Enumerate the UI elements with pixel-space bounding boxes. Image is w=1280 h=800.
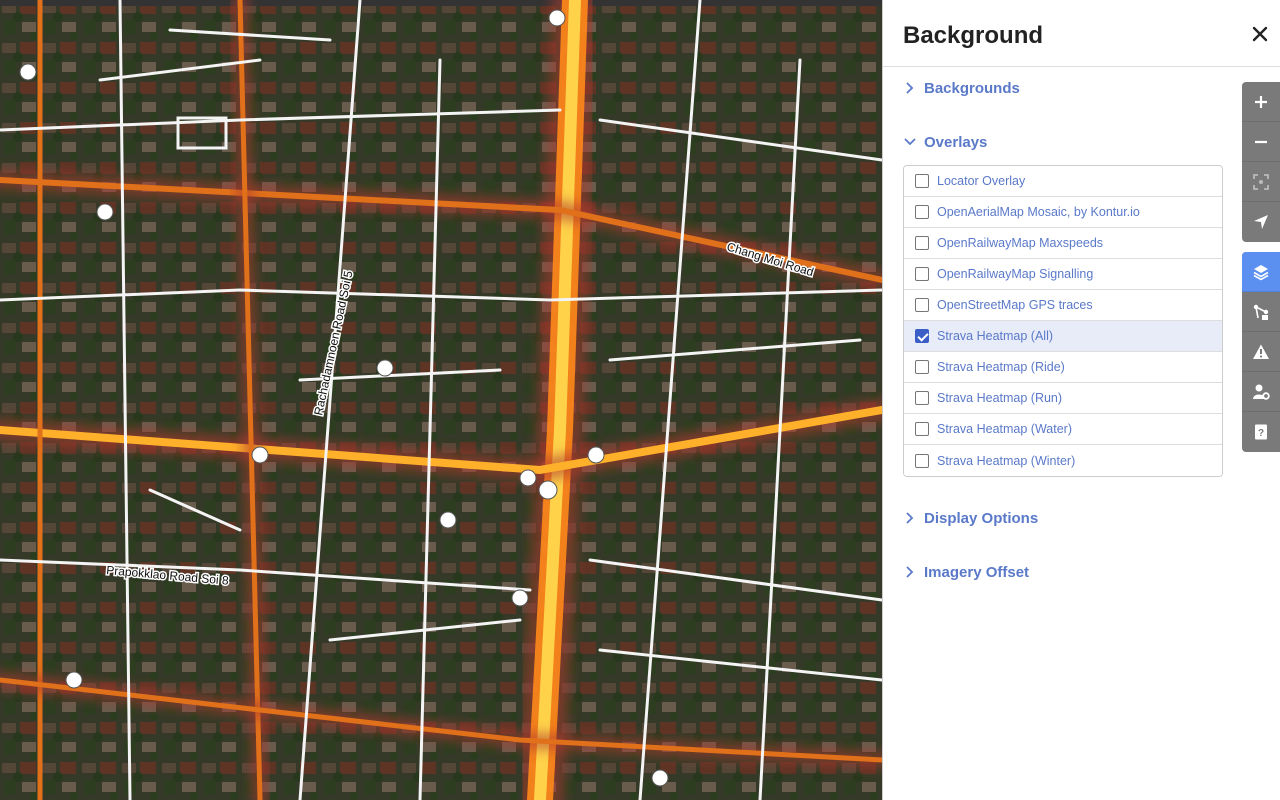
- help-icon: ?: [1255, 424, 1267, 440]
- overlay-checkbox[interactable]: [915, 205, 929, 219]
- overlay-checkbox[interactable]: [915, 329, 929, 343]
- overlay-label: Strava Heatmap (Winter): [937, 453, 1076, 468]
- overlay-checkbox[interactable]: [915, 174, 929, 188]
- crossing-icon[interactable]: [251, 446, 269, 464]
- overlay-item[interactable]: OpenRailwayMap Maxspeeds: [904, 228, 1222, 259]
- overlay-checkbox[interactable]: [915, 360, 929, 374]
- overlay-item[interactable]: OpenRailwayMap Signalling: [904, 259, 1222, 290]
- zoom-to-selection-button[interactable]: [1242, 162, 1280, 202]
- overlay-label: Locator Overlay: [937, 174, 1026, 188]
- section-display-options-label: Display Options: [924, 509, 1039, 527]
- overlay-list: Locator Overlay OpenAerialMap Mosaic, by…: [903, 165, 1223, 477]
- background-pane: Background Backgrounds Overlays Locator …: [882, 0, 1280, 800]
- section-backgrounds-label: Backgrounds: [924, 79, 1020, 97]
- pane-title: Background: [903, 22, 1044, 49]
- issues-icon: [1253, 344, 1269, 359]
- map-data-icon: [1253, 304, 1269, 320]
- overlay-item[interactable]: OpenAerialMap Mosaic, by Kontur.io: [904, 197, 1222, 228]
- preferences-pane-button[interactable]: [1242, 372, 1280, 412]
- zoom-to-selection-icon: [1253, 173, 1269, 190]
- overlay-checkbox[interactable]: [915, 267, 929, 281]
- crossing-icon[interactable]: [511, 589, 529, 607]
- chevron-down-icon: [904, 138, 916, 146]
- overlay-item[interactable]: Strava Heatmap (Winter): [904, 445, 1222, 476]
- close-icon: [1252, 26, 1268, 42]
- zoom-out-icon: [1255, 140, 1267, 143]
- zoom-in-icon: [1255, 95, 1267, 108]
- chevron-right-icon: [906, 566, 914, 578]
- svg-text:?: ?: [1258, 428, 1264, 439]
- close-button[interactable]: [1250, 24, 1270, 44]
- overlay-label: OpenStreetMap GPS traces: [937, 298, 1093, 312]
- map-svg[interactable]: Chang Moi Road Rachadamnoen Road Soi 5 P…: [0, 0, 882, 800]
- overlay-checkbox[interactable]: [915, 453, 929, 468]
- overlay-item[interactable]: Strava Heatmap (Water): [904, 414, 1222, 445]
- pane-header: Background: [883, 0, 1280, 67]
- bus-stop-icon[interactable]: [587, 446, 605, 464]
- layers-icon: [1253, 264, 1269, 280]
- geolocate-icon: [1254, 215, 1268, 229]
- bus-stop-icon[interactable]: [65, 671, 83, 689]
- overlay-checkbox[interactable]: [915, 391, 929, 405]
- geolocate-button[interactable]: [1242, 202, 1280, 242]
- map-data-pane-button[interactable]: [1242, 292, 1280, 332]
- overlay-item[interactable]: Strava Heatmap (Ride): [904, 352, 1222, 383]
- crossing-icon[interactable]: [548, 9, 566, 27]
- shop-icon[interactable]: [651, 769, 669, 787]
- overlay-checkbox[interactable]: [915, 422, 929, 436]
- overlay-label: Strava Heatmap (Ride): [937, 360, 1065, 374]
- issues-pane-button[interactable]: [1242, 332, 1280, 372]
- overlay-label: OpenAerialMap Mosaic, by Kontur.io: [937, 205, 1140, 219]
- poi-icon[interactable]: [96, 203, 114, 221]
- section-display-options[interactable]: Display Options: [903, 506, 1038, 530]
- shop-icon[interactable]: [376, 359, 394, 377]
- overlay-checkbox[interactable]: [915, 298, 929, 312]
- bus-stop-icon[interactable]: [519, 469, 537, 487]
- zoom-in-button[interactable]: [1242, 82, 1280, 122]
- overlay-label: Strava Heatmap (Water): [937, 422, 1072, 436]
- chevron-right-icon: [906, 512, 914, 524]
- overlay-item[interactable]: OpenStreetMap GPS traces: [904, 290, 1222, 321]
- overlay-item[interactable]: Locator Overlay: [904, 166, 1222, 197]
- section-imagery-offset-label: Imagery Offset: [924, 563, 1030, 581]
- chevron-right-icon: [906, 82, 914, 94]
- overlay-label: Strava Heatmap (All): [937, 329, 1054, 343]
- overlay-checkbox[interactable]: [915, 236, 929, 250]
- overlay-label: Strava Heatmap (Run): [937, 391, 1063, 405]
- section-overlays-label: Overlays: [924, 133, 988, 151]
- map-controls-panes: ?: [1242, 252, 1280, 452]
- section-backgrounds[interactable]: Backgrounds: [903, 76, 1020, 100]
- entrance-icon[interactable]: [439, 511, 457, 529]
- background-pane-button[interactable]: [1242, 252, 1280, 292]
- help-pane-button[interactable]: ?: [1242, 412, 1280, 452]
- pedestrian-icon[interactable]: [538, 480, 558, 500]
- section-imagery-offset[interactable]: Imagery Offset: [903, 560, 1029, 584]
- bus-stop-icon[interactable]: [19, 63, 37, 81]
- map-canvas[interactable]: Chang Moi Road Rachadamnoen Road Soi 5 P…: [0, 0, 882, 800]
- map-controls-navigation: [1242, 82, 1280, 242]
- zoom-out-button[interactable]: [1242, 122, 1280, 162]
- overlay-item[interactable]: Strava Heatmap (Run): [904, 383, 1222, 414]
- preferences-icon: [1253, 384, 1270, 400]
- section-overlays[interactable]: Overlays: [903, 130, 987, 154]
- overlay-label: OpenRailwayMap Signalling: [937, 267, 1094, 281]
- overlay-item[interactable]: Strava Heatmap (All): [904, 321, 1222, 352]
- overlay-label: OpenRailwayMap Maxspeeds: [937, 236, 1104, 250]
